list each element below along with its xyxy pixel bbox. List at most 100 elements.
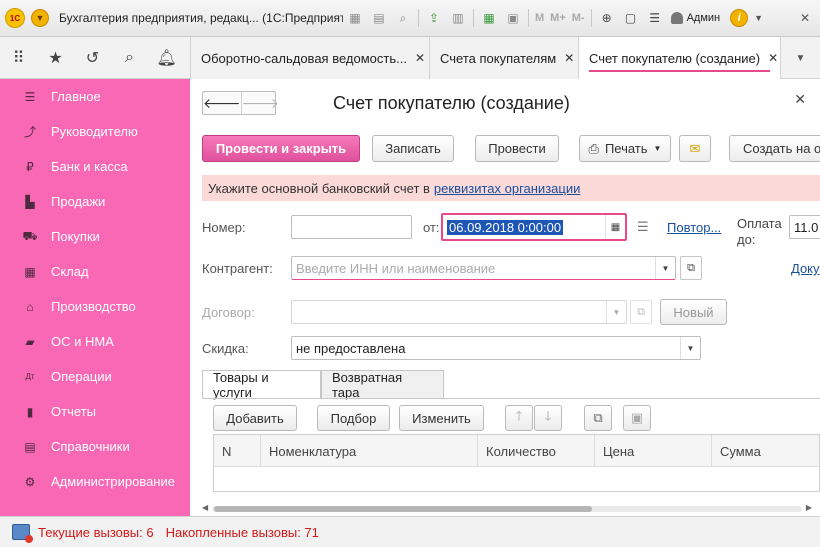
sidebar-item-reports[interactable]: ▮ Отчеты [0,394,190,429]
window-icon[interactable]: ▢ [619,7,643,29]
bell-icon[interactable]: 🔔︎ [148,37,185,79]
add-row-button[interactable]: Добавить [213,405,297,431]
cart-icon: ⛟ [22,228,38,243]
sidebar-item-warehouse[interactable]: ▦ Склад [0,254,190,289]
tab-returnable-containers[interactable]: Возвратная тара [321,370,444,400]
tab-label: Оборотно-сальдовая ведомость... [201,50,407,66]
counterparty-placeholder: Введите ИНН или наименование [296,260,496,276]
sidebar-item-main[interactable]: ☰ Главное [0,79,190,114]
horizontal-scrollbar[interactable]: ◀ ▶ [202,503,812,515]
payment-date-input[interactable]: 11.0 [789,215,820,239]
scroll-thumb[interactable] [214,506,592,512]
sidebar-item-label: Главное [51,89,101,104]
sidebar-item-sales[interactable]: ▙ Продажи [0,184,190,219]
column-header-price[interactable]: Цена [595,435,712,467]
scroll-left-icon[interactable]: ◀ [202,503,208,512]
minimize-icon[interactable]: ▼ [754,13,763,23]
repeat-link[interactable]: Повтор... [667,220,721,235]
scroll-right-icon[interactable]: ▶ [806,503,812,512]
selection-button[interactable]: Подбор [317,405,390,431]
sidebar-item-manager[interactable]: ⤴ Руководителю [0,114,190,149]
move-down-icon[interactable]: 🡓 [534,405,562,431]
1c-logo-icon[interactable]: 1С [5,8,25,28]
print-button[interactable]: ⎙ Печать ▼ [579,135,671,162]
star-icon[interactable]: ★ [37,37,74,79]
sidebar-item-bank[interactable]: ₽ Банк и касса [0,149,190,184]
column-header-n[interactable]: N [214,435,261,467]
tabs-list-icon[interactable]: ▼ [780,37,820,79]
sidebar-item-fixed-assets[interactable]: ▰ ОС и НМА [0,324,190,359]
print-icon[interactable]: ▤ [367,7,391,29]
calendar-icon[interactable]: ▣ [501,7,525,29]
tab-new-invoice[interactable]: Счет покупателю (создание) ✕ [578,37,780,79]
sidebar-item-purchases[interactable]: ⛟ Покупки [0,219,190,254]
search-icon[interactable]: ⌕ [111,37,148,79]
discount-select[interactable]: не предоставлена ▼ [291,336,701,360]
close-icon[interactable]: ✕ [768,51,778,65]
close-icon[interactable]: ✕ [564,51,574,65]
calendar-icon[interactable]: ▦ [605,215,625,239]
discount-value: не предоставлена [296,340,406,356]
counterparty-input[interactable]: Введите ИНН или наименование ▼ [291,256,676,280]
upload-icon[interactable]: ⇪ [422,7,446,29]
column-header-quantity[interactable]: Количество [478,435,595,467]
new-contract-button[interactable]: Новый [660,299,727,325]
column-header-nomenclature[interactable]: Номенклатура [261,435,478,467]
forward-arrow-icon[interactable]: 🡒 [242,92,280,114]
email-button[interactable]: ✉ [679,135,711,162]
save-icon[interactable]: ▦ [343,7,367,29]
close-icon[interactable]: ✕ [415,51,425,65]
calculator-icon[interactable]: ▦ [477,7,501,29]
save-button[interactable]: Записать [372,135,454,162]
sidebar-item-operations[interactable]: Дт Операции [0,359,190,394]
chevron-down-icon[interactable]: ▼ [606,301,626,323]
memory-minus-button[interactable]: M- [569,7,588,29]
preview-icon[interactable]: ⌕ [391,7,415,29]
chevron-down-icon[interactable]: ▼ [680,337,700,359]
list-icon[interactable]: ☰ [637,219,649,235]
contract-input[interactable]: ▼ [291,300,627,324]
create-based-on-button[interactable]: Создать на о [729,135,820,162]
sidebar-item-directories[interactable]: ▤ Справочники [0,429,190,464]
open-contract-icon[interactable]: ⧉ [630,300,652,324]
tab-customer-invoices[interactable]: Счета покупателям ✕ [429,37,578,79]
tab-turnover-sheet[interactable]: Оборотно-сальдовая ведомость... ✕ [190,37,429,79]
sidebar-item-label: Администрирование [51,474,175,489]
truck-icon: ▰ [25,334,35,349]
zoom-in-icon[interactable]: ⊕ [595,7,619,29]
toolbar-divider [418,9,419,27]
info-icon[interactable]: i [730,9,749,27]
sidebar-item-production[interactable]: ⌂ Производство [0,289,190,324]
goods-table[interactable]: N Номенклатура Количество Цена Сумма [213,434,820,492]
chevron-down-icon: ▼ [653,144,662,153]
date-input[interactable]: 06.09.2018 0:00:00 ▦ [441,213,627,241]
chevron-down-icon[interactable]: ▼ [655,257,675,279]
memory-plus-button[interactable]: M+ [547,7,569,29]
sidebar-item-admin[interactable]: ⚙ Администрирование [0,464,190,499]
memory-button[interactable]: M [532,7,547,29]
apps-icon[interactable]: ⠿ [0,37,37,79]
history-icon[interactable]: ↺ [74,37,111,79]
window-close-icon[interactable]: ✕ [800,11,810,25]
back-arrow-icon[interactable]: 🡐 [203,92,242,114]
org-details-link[interactable]: реквизитах организации [434,181,580,196]
copy-row-icon[interactable]: ⧉ [584,405,612,431]
post-and-close-button[interactable]: Провести и закрыть [202,135,360,162]
paste-icon[interactable]: ▣ [623,405,651,431]
print-label: Печать [604,141,648,156]
tab-goods-services[interactable]: Товары и услуги [202,370,321,400]
list-icon[interactable]: ☰ [643,7,667,29]
warning-text: Укажите основной банковский счет в [208,180,430,196]
user-menu[interactable]: Админ [670,12,720,24]
server-calls-icon[interactable] [12,524,33,543]
main-menu-icon[interactable]: ▼ [31,9,49,27]
form-close-icon[interactable]: ✕ [794,91,806,108]
number-input[interactable] [291,215,412,239]
printer-icon[interactable]: ▥ [446,7,470,29]
open-counterparty-icon[interactable]: ⧉ [680,256,702,280]
documents-link[interactable]: Доку [791,261,820,276]
edit-row-button[interactable]: Изменить [399,405,484,431]
post-button[interactable]: Провести [475,135,559,162]
column-header-sum[interactable]: Сумма [712,435,819,467]
move-up-icon[interactable]: 🡑 [505,405,533,431]
